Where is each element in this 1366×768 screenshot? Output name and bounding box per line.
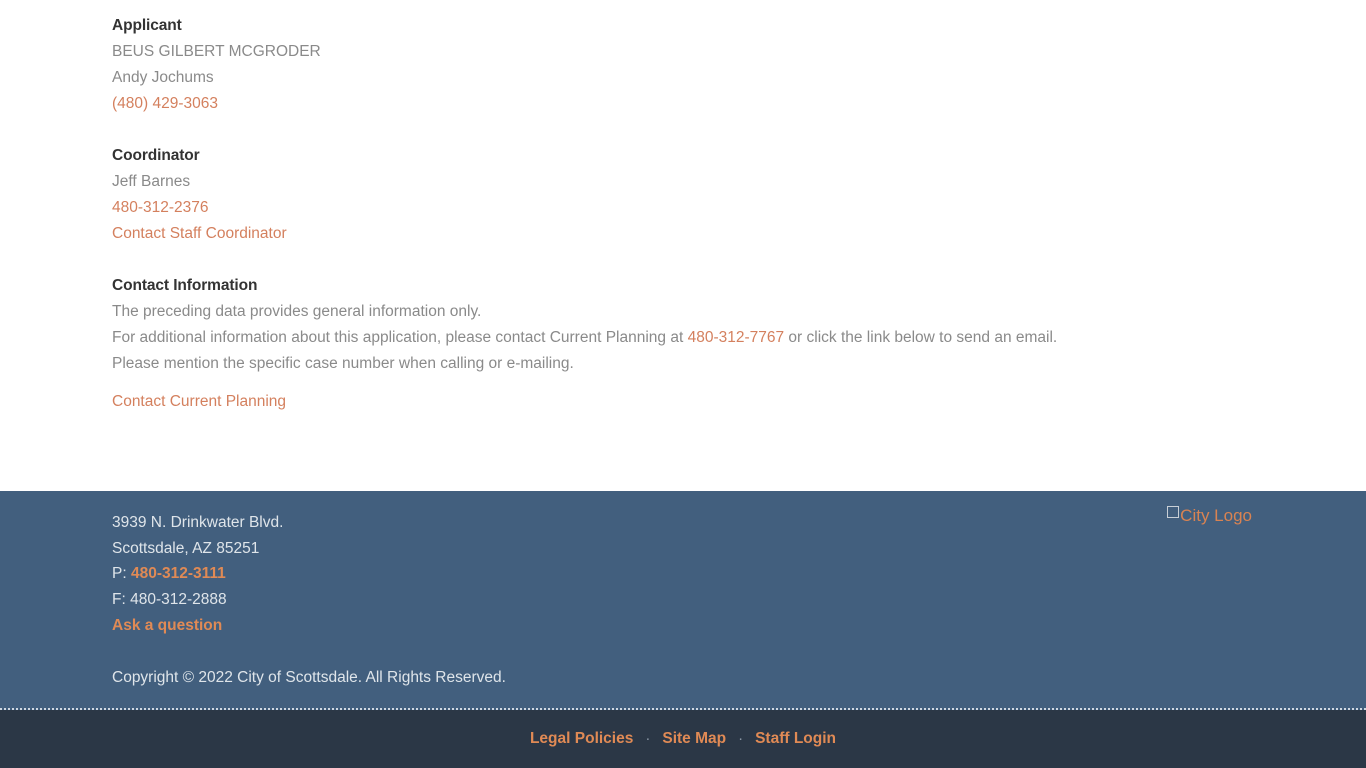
coordinator-block: Coordinator Jeff Barnes 480-312-2376 Con… [112,143,1366,247]
coordinator-name: Jeff Barnes [112,173,191,190]
footer-ask-row: Ask a question [112,613,1366,639]
footer-phone-link[interactable]: 480-312-3111 [131,565,226,582]
applicant-firm: BEUS GILBERT MCGRODER [112,43,321,60]
site-footer: 3939 N. Drinkwater Blvd. Scottsdale, AZ … [0,491,1366,710]
contact-information-block: Contact Information The preceding data p… [112,273,1366,415]
contact-current-planning-link[interactable]: Contact Current Planning [112,393,286,410]
main-content: Applicant BEUS GILBERT MCGRODER Andy Joc… [0,0,1366,491]
content-inner: Applicant BEUS GILBERT MCGRODER Andy Joc… [0,0,1366,415]
contact-information-heading: Contact Information [112,277,258,294]
current-planning-phone-link[interactable]: 480-312-7767 [688,329,785,346]
bottom-nav-item-site-map[interactable]: Site Map [650,729,738,749]
footer-address-line-2: Scottsdale, AZ 85251 [112,539,260,557]
coordinator-phone-link[interactable]: 480-312-2376 [112,199,209,216]
contact-info-line-1: The preceding data provides general info… [112,303,482,320]
contact-info-line-2: For additional information about this ap… [112,325,1366,351]
footer-phone-row: P: 480-312-3111 [112,561,1366,587]
coordinator-phone-row: 480-312-2376 [112,195,1366,221]
footer-fax-row: F: 480-312-2888 [112,591,227,609]
applicant-phone-link[interactable]: (480) 429-3063 [112,95,218,112]
footer-inner: 3939 N. Drinkwater Blvd. Scottsdale, AZ … [0,491,1366,708]
page-root: Applicant BEUS GILBERT MCGRODER Andy Joc… [0,0,1366,768]
coordinator-heading: Coordinator [112,147,200,164]
bottom-nav-item-legal-policies[interactable]: Legal Policies [518,729,645,749]
footer-phone-label: P: [112,565,127,583]
contact-current-planning-row: Contact Current Planning [112,389,1366,415]
city-logo-alt-text[interactable]: City Logo [1180,507,1252,524]
contact-staff-coordinator-link[interactable]: Contact Staff Coordinator [112,225,287,242]
footer-copyright: Copyright © 2022 City of Scottsdale. All… [112,668,506,686]
broken-image-icon [1167,505,1180,518]
bottom-nav-item-staff-login[interactable]: Staff Login [743,729,848,749]
applicant-phone-row: (480) 429-3063 [112,91,1366,117]
contact-info-line-2-suffix: or click the link below to send an email… [788,329,1058,346]
applicant-contact-name: Andy Jochums [112,69,214,86]
bottom-nav: Legal Policies · Site Map · Staff Login [518,729,848,749]
applicant-heading: Applicant [112,17,182,34]
ask-a-question-link[interactable]: Ask a question [112,617,222,634]
contact-info-line-3: Please mention the specific case number … [112,355,574,372]
applicant-block: Applicant BEUS GILBERT MCGRODER Andy Joc… [112,13,1366,117]
coordinator-contact-row: Contact Staff Coordinator [112,221,1366,247]
city-logo-wrap[interactable]: City Logo [1167,505,1252,524]
contact-info-line-2-prefix: For additional information about this ap… [112,329,684,346]
bottom-bar: Legal Policies · Site Map · Staff Login [0,710,1366,768]
